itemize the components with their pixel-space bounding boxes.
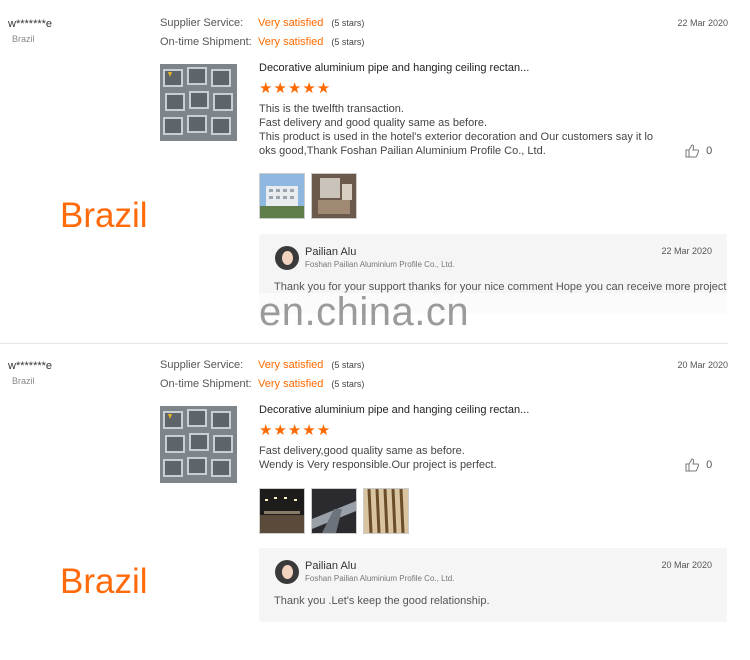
review-stars: ★★★★★: [259, 422, 332, 439]
reviewer-country: Brazil: [12, 376, 35, 386]
reply-text: Thank you .Let's keep the good relations…: [274, 595, 490, 607]
supplier-service-stars: (5 stars): [331, 360, 365, 370]
like-count: 0: [706, 144, 713, 157]
comment-line: Fast delivery and good quality same as b…: [259, 117, 488, 129]
reply-date: 20 Mar 2020: [661, 560, 712, 570]
aluminium-pipe-image: [160, 406, 237, 483]
supplier-service-value: Very satisfied: [258, 17, 324, 29]
supplier-service-label: Supplier Service:: [160, 17, 244, 29]
supplier-service-rating: Supplier Service: Very satisfied (5 stars): [160, 17, 364, 29]
review-stars: ★★★★★: [259, 80, 332, 97]
building-photo: [260, 174, 304, 218]
review-2: w*******e Brazil Supplier Service: Very s…: [0, 342, 750, 660]
supplier-service-stars: (5 stars): [331, 18, 365, 28]
shipment-label: On-time Shipment:: [160, 378, 252, 390]
review-photo-thumbnail[interactable]: [311, 173, 357, 219]
baffle-ceiling-photo: [364, 489, 408, 533]
product-image[interactable]: [160, 406, 237, 483]
reviewer-name: w*******e: [8, 360, 53, 372]
review-photo-thumbnail[interactable]: [259, 173, 305, 219]
country-overlay: Brazil: [60, 196, 148, 235]
reviewer-name: w*******e: [8, 18, 53, 30]
reply-date: 22 Mar 2020: [661, 246, 712, 256]
like-button[interactable]: 0: [685, 458, 712, 472]
seller-name: Pailian Alu: [305, 560, 357, 572]
seller-reply: Pailian Alu Foshan Pailian Aluminium Pro…: [259, 548, 727, 622]
review-comment: This is the twelfth transaction. Fast de…: [259, 102, 654, 158]
product-title[interactable]: Decorative aluminium pipe and hanging ce…: [259, 404, 529, 416]
seller-company: Foshan Pailian Aluminium Profile Co., Lt…: [305, 260, 455, 269]
shipment-stars: (5 stars): [331, 37, 365, 47]
review-date: 20 Mar 2020: [677, 360, 728, 370]
comment-line: oks good,Thank Foshan Pailian Aluminium …: [259, 145, 546, 157]
like-count: 0: [706, 458, 713, 471]
comment-line: Fast delivery,good quality same as befor…: [259, 445, 465, 457]
seller-avatar: [275, 246, 299, 270]
hall-photo: [260, 489, 304, 533]
seller-name: Pailian Alu: [305, 246, 357, 258]
shipment-stars: (5 stars): [331, 379, 365, 389]
supplier-service-rating: Supplier Service: Very satisfied (5 stars): [160, 359, 364, 371]
watermark-text: en.china.cn: [259, 290, 470, 334]
product-image[interactable]: [160, 64, 237, 141]
shipment-value: Very satisfied: [258, 36, 324, 48]
review-photo-thumbnail[interactable]: [363, 488, 409, 534]
review-photo-thumbnail[interactable]: [259, 488, 305, 534]
seller-company: Foshan Pailian Aluminium Profile Co., Lt…: [305, 574, 455, 583]
shipment-label: On-time Shipment:: [160, 36, 252, 48]
comment-line: This product is used in the hotel's exte…: [259, 131, 654, 143]
comment-line: Wendy is Very responsible.Our project is…: [259, 459, 497, 471]
shipment-value: Very satisfied: [258, 378, 324, 390]
shipment-rating: On-time Shipment: Very satisfied (5 stars): [160, 378, 364, 390]
interior-photo: [312, 174, 356, 218]
review-comment: Fast delivery,good quality same as befor…: [259, 444, 644, 472]
aluminium-pipe-image: [160, 64, 237, 141]
thumbs-up-icon: [685, 458, 700, 472]
review-photos: [259, 488, 415, 534]
supplier-service-label: Supplier Service:: [160, 359, 244, 371]
reviewer-country: Brazil: [12, 34, 35, 44]
thumbs-up-icon: [685, 144, 700, 158]
shipment-rating: On-time Shipment: Very satisfied (5 stars): [160, 36, 364, 48]
seller-avatar: [275, 560, 299, 584]
country-overlay: Brazil: [60, 562, 148, 601]
review-photos: [259, 173, 363, 219]
supplier-service-value: Very satisfied: [258, 359, 324, 371]
ceiling-photo: [312, 489, 356, 533]
review-photo-thumbnail[interactable]: [311, 488, 357, 534]
product-title[interactable]: Decorative aluminium pipe and hanging ce…: [259, 62, 529, 74]
like-button[interactable]: 0: [685, 144, 712, 158]
review-date: 22 Mar 2020: [677, 18, 728, 28]
comment-line: This is the twelfth transaction.: [259, 103, 404, 115]
